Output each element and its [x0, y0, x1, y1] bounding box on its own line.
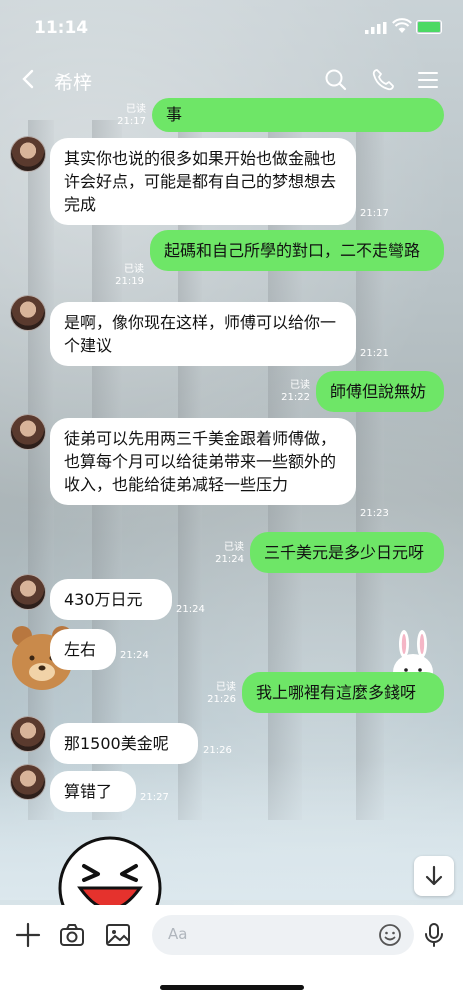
incoming-message[interactable]: 左右	[50, 629, 116, 670]
message-time: 21:26	[207, 694, 236, 705]
home-indicator	[160, 985, 304, 990]
chat-title: 希梓	[54, 72, 93, 94]
message-time: 21:17	[360, 208, 389, 219]
outgoing-message[interactable]: 師傅但說無妨	[316, 371, 444, 412]
cellular-signal-icon	[365, 22, 387, 34]
incoming-message[interactable]: 是啊，像你现在这样，师傅可以给你一个建议	[50, 302, 356, 366]
plus-icon[interactable]	[14, 921, 42, 949]
message-time: 21:19	[115, 276, 144, 287]
message-meta: 已读 21:24	[204, 542, 244, 566]
message-text: 是啊，像你现在这样，师傅可以给你一个建议	[64, 313, 337, 355]
outgoing-message[interactable]: 我上哪裡有這麼多錢呀	[242, 672, 444, 713]
message-text: 左右	[64, 640, 97, 659]
status-bar: 11:14	[0, 0, 463, 50]
message-time: 21:24	[176, 604, 205, 615]
message-text: 三千美元是多少日元呀	[264, 543, 425, 562]
message-text: 其实你也说的很多如果开始也做金融也许会好点，可能是都有自己的梦想想去完成	[64, 149, 337, 214]
message-input-placeholder: Aa	[168, 925, 188, 943]
contact-avatar[interactable]	[10, 414, 46, 450]
scroll-to-bottom-button[interactable]	[414, 856, 454, 896]
message-time: 21:22	[281, 392, 310, 403]
menu-icon[interactable]	[415, 67, 441, 93]
message-text: 我上哪裡有這麼多錢呀	[256, 683, 417, 702]
chat-header: 希梓	[0, 58, 463, 102]
background-tree	[356, 120, 384, 820]
outgoing-message[interactable]: 事	[152, 98, 444, 132]
contact-avatar[interactable]	[10, 574, 46, 610]
emoji-icon[interactable]	[378, 923, 402, 947]
incoming-message[interactable]: 430万日元	[50, 579, 172, 620]
incoming-message[interactable]: 其实你也说的很多如果开始也做金融也许会好点，可能是都有自己的梦想想去完成	[50, 138, 356, 225]
message-time: 21:24	[120, 650, 149, 661]
message-time: 21:24	[215, 554, 244, 565]
search-icon[interactable]	[323, 67, 349, 93]
incoming-message[interactable]: 那1500美金呢	[50, 723, 198, 764]
read-receipt: 已读	[290, 380, 310, 391]
message-input[interactable]: Aa	[152, 915, 414, 955]
message-text: 事	[166, 105, 183, 124]
message-meta: 已读 21:26	[196, 682, 236, 706]
message-text: 起碼和自己所學的對口，二不走彎路	[164, 241, 421, 260]
message-text: 算错了	[64, 782, 113, 801]
camera-icon[interactable]	[58, 921, 86, 949]
mic-icon[interactable]	[420, 921, 448, 949]
phone-icon[interactable]	[370, 67, 396, 93]
message-time: 21:21	[360, 348, 389, 359]
image-icon[interactable]	[104, 921, 132, 949]
contact-avatar[interactable]	[10, 764, 46, 800]
message-meta: 已读 21:17	[108, 104, 146, 128]
message-time: 21:17	[117, 116, 146, 127]
message-time: 21:23	[360, 508, 389, 519]
message-time: 21:26	[203, 745, 232, 756]
read-receipt: 已读	[216, 682, 236, 693]
read-receipt: 已读	[224, 542, 244, 553]
message-text: 那1500美金呢	[64, 734, 169, 753]
read-receipt: 已读	[126, 104, 146, 115]
incoming-message[interactable]: 徒弟可以先用两三千美金跟着师傅做，也算每个月可以给徒弟带来一些额外的收入，也能给…	[50, 418, 356, 505]
message-text: 師傅但說無妨	[330, 382, 427, 401]
outgoing-message[interactable]: 三千美元是多少日元呀	[250, 532, 444, 573]
wifi-icon	[392, 18, 412, 33]
message-meta: 已读 21:22	[270, 380, 310, 404]
read-receipt: 已读	[124, 264, 144, 275]
contact-avatar[interactable]	[10, 716, 46, 752]
contact-avatar[interactable]	[10, 295, 46, 331]
battery-icon	[416, 20, 442, 34]
message-text: 徒弟可以先用两三千美金跟着师傅做，也算每个月可以给徒弟带来一些额外的收入，也能给…	[64, 429, 337, 494]
arrow-down-icon	[425, 865, 443, 886]
message-time: 21:27	[140, 792, 169, 803]
message-meta: 已读 21:19	[104, 264, 144, 288]
outgoing-message[interactable]: 起碼和自己所學的對口，二不走彎路	[150, 230, 444, 271]
back-icon[interactable]	[18, 68, 40, 90]
incoming-message[interactable]: 算错了	[50, 771, 136, 812]
contact-avatar[interactable]	[10, 136, 46, 172]
status-time: 11:14	[34, 18, 89, 38]
message-text: 430万日元	[64, 590, 143, 609]
